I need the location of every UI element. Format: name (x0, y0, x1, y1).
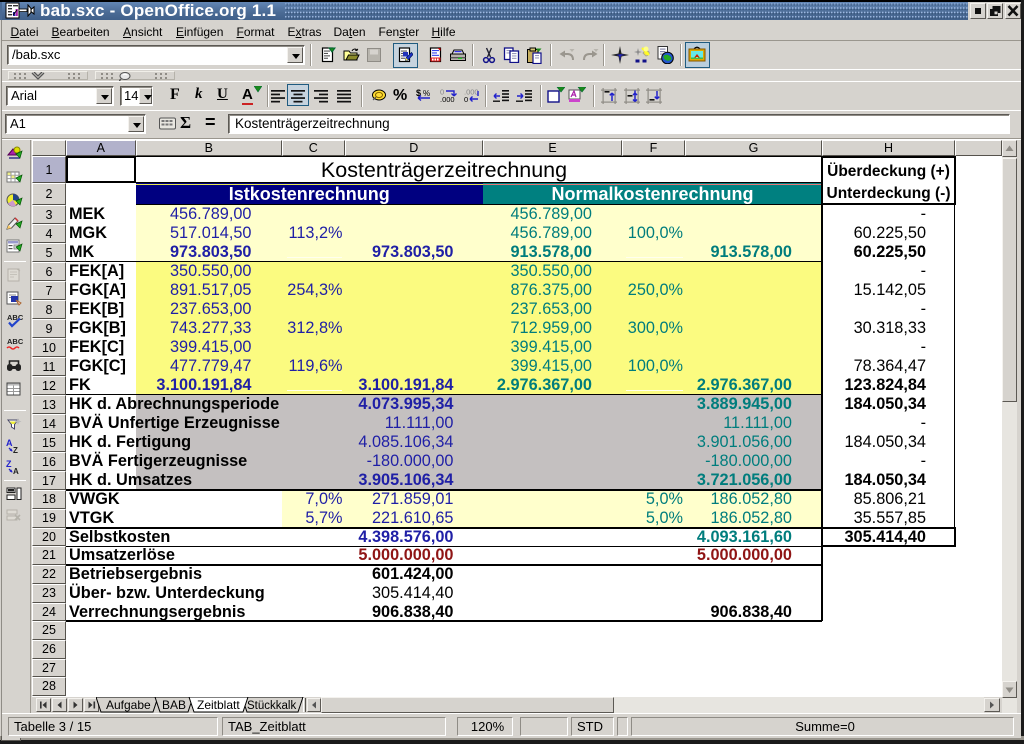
svg-text:A: A (13, 467, 19, 476)
svg-text:Stückkalk: Stückkalk (247, 700, 296, 712)
svg-text:Z: Z (13, 446, 18, 455)
svg-text:.000: .000 (440, 95, 455, 103)
svg-text:ABC: ABC (7, 313, 23, 322)
svg-text:Aufgabe: Aufgabe (106, 698, 151, 712)
svg-text:Z: Z (6, 459, 12, 469)
svg-text:A: A (6, 438, 13, 448)
svg-text:%: % (423, 89, 430, 98)
svg-text:Zeitblatt: Zeitblatt (197, 698, 240, 712)
svg-text:ABC: ABC (7, 337, 23, 346)
svg-text:BAB: BAB (162, 698, 186, 712)
svg-text:0: 0 (464, 95, 468, 103)
